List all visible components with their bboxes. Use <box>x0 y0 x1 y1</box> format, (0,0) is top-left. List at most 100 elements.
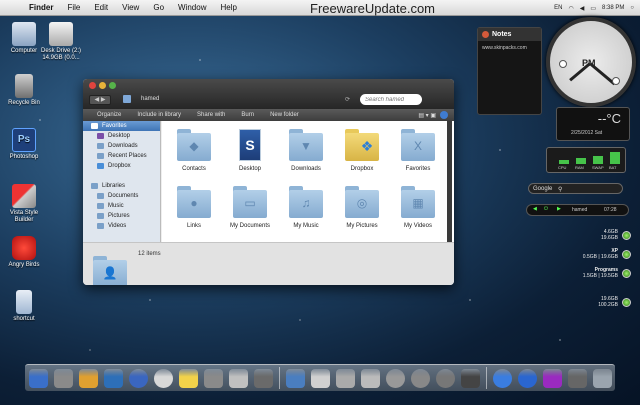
dock-app-icon[interactable] <box>460 368 480 388</box>
spotlight-icon[interactable]: ○ <box>630 5 634 11</box>
sidebar-item-recent-places[interactable]: Recent Places <box>83 151 160 161</box>
sidebar-item-pictures[interactable]: Pictures <box>83 211 160 221</box>
toolbar-include-library-button[interactable]: Include in library <box>129 112 189 118</box>
dock-app-icon[interactable] <box>103 368 123 388</box>
drive-open-icon[interactable] <box>622 231 631 240</box>
dock-app-icon[interactable] <box>228 368 248 388</box>
language-indicator[interactable]: EN <box>554 5 562 11</box>
dock-app-icon[interactable] <box>153 368 173 388</box>
shortcut-icon <box>16 290 32 314</box>
window-titlebar[interactable]: ◀ ▶ hamed ⟳ <box>83 79 454 109</box>
player-play-icon[interactable]: ⏻ <box>544 206 548 212</box>
file-item-downloads[interactable]: ▼ Downloads <box>278 127 334 184</box>
desktop-icon-photoshop[interactable]: Ps Photoshop <box>0 128 48 161</box>
file-item-desktop[interactable]: S Desktop <box>222 127 278 184</box>
sidebar-item-label: Favorites <box>102 123 127 129</box>
menu-view[interactable]: View <box>115 3 146 12</box>
google-search-widget[interactable]: Google ⚲ <box>528 183 623 194</box>
desktop-icon-angry-birds[interactable]: Angry Birds <box>0 236 48 269</box>
close-button[interactable] <box>89 82 96 89</box>
file-item-my-documents[interactable]: ▭ My Documents <box>222 184 278 241</box>
wifi-icon[interactable]: ◠ <box>568 5 573 12</box>
dock-app-icon[interactable] <box>385 368 405 388</box>
notes-widget[interactable]: Notes www.skinpacks.com <box>477 27 542 115</box>
zoom-button[interactable] <box>109 82 116 89</box>
vertical-scrollbar[interactable] <box>447 121 452 242</box>
menu-finder[interactable]: Finder <box>22 3 60 12</box>
meter-bar-ram <box>576 158 586 164</box>
file-item-label: Dropbox <box>350 166 374 172</box>
player-next-icon[interactable]: ▶ <box>557 206 561 212</box>
dock-app-icon[interactable] <box>592 368 612 388</box>
dock-app-icon[interactable] <box>203 368 223 388</box>
menu-help[interactable]: Help <box>213 3 243 12</box>
dock-app-icon[interactable] <box>128 368 148 388</box>
drive-open-icon[interactable] <box>622 298 631 307</box>
dock-app-icon[interactable] <box>28 368 48 388</box>
file-item-label: Downloads <box>291 166 321 172</box>
sidebar-item-favorites[interactable]: Favorites <box>83 121 160 131</box>
file-item-label: My Music <box>293 223 319 229</box>
dock-app-icon[interactable] <box>360 368 380 388</box>
folder-icon: ♫ <box>289 186 323 218</box>
toolbar-new-folder-button[interactable]: New folder <box>262 112 307 118</box>
toolbar-share-button[interactable]: Share with <box>189 112 233 118</box>
dock-app-icon[interactable] <box>253 368 273 388</box>
menu-file[interactable]: File <box>60 3 87 12</box>
dock-app-icon[interactable] <box>78 368 98 388</box>
sidebar-item-documents[interactable]: Documents <box>83 191 160 201</box>
dock-app-icon[interactable] <box>567 368 587 388</box>
drive-open-icon[interactable] <box>622 269 631 278</box>
menu-window[interactable]: Window <box>171 3 213 12</box>
sidebar-item-dropbox[interactable]: Dropbox <box>83 161 160 171</box>
dock-app-icon[interactable] <box>178 368 198 388</box>
sidebar-item-videos[interactable]: Videos <box>83 221 160 231</box>
file-item-links[interactable]: ● Links <box>166 184 222 241</box>
toolbar-organize-button[interactable]: Organize <box>89 112 129 118</box>
file-item-contacts[interactable]: ◆ Contacts <box>166 127 222 184</box>
search-input[interactable] <box>360 94 422 105</box>
drive-open-icon[interactable] <box>622 250 631 259</box>
dock-app-icon[interactable] <box>492 368 512 388</box>
back-forward-buttons[interactable]: ◀ ▶ <box>89 95 111 105</box>
file-item-dropbox[interactable]: ❖ Dropbox <box>334 127 390 184</box>
file-grid: ◆ Contacts S Desktop ▼ Downloads ❖ Dropbox X Favo… <box>162 121 454 242</box>
dock-app-icon[interactable] <box>435 368 455 388</box>
dock-app-icon[interactable] <box>310 368 330 388</box>
player-prev-icon[interactable]: ◀ <box>533 206 537 212</box>
notes-body[interactable]: www.skinpacks.com <box>478 41 541 55</box>
dock-app-icon[interactable] <box>285 368 305 388</box>
dock-app-icon[interactable] <box>53 368 73 388</box>
dock-app-icon[interactable] <box>410 368 430 388</box>
file-item-my-music[interactable]: ♫ My Music <box>278 184 334 241</box>
volume-icon[interactable]: ◀ <box>580 5 585 12</box>
file-item-my-videos[interactable]: ▦ My Videos <box>390 184 446 241</box>
file-item-label: My Documents <box>229 223 270 229</box>
search-icon[interactable]: ⚲ <box>558 186 562 193</box>
menu-go[interactable]: Go <box>146 3 171 12</box>
desktop-icon-recycle-bin[interactable]: Recycle Bin <box>0 74 48 107</box>
file-item-my-pictures[interactable]: ◎ My Pictures <box>334 184 390 241</box>
sidebar-item-libraries[interactable]: Libraries <box>83 181 160 191</box>
folder-icon <box>97 133 104 139</box>
dock-app-icon[interactable] <box>335 368 355 388</box>
sidebar-item-desktop[interactable]: Desktop <box>83 131 160 141</box>
file-item-favorites[interactable]: X Favorites <box>390 127 446 184</box>
menu-edit[interactable]: Edit <box>87 3 115 12</box>
minimize-button[interactable] <box>99 82 106 89</box>
view-options-icon[interactable]: ▤ ▾ ▣ <box>410 112 440 119</box>
desktop-icon-shortcut[interactable]: shortcut <box>0 290 48 323</box>
menu-clock[interactable]: 8:38 PM <box>602 5 624 11</box>
sidebar-item-music[interactable]: Music <box>83 201 160 211</box>
sidebar-item-downloads[interactable]: Downloads <box>83 141 160 151</box>
battery-icon[interactable]: ▭ <box>590 5 596 12</box>
help-icon[interactable] <box>440 111 448 119</box>
desktop-icon-drive[interactable]: Desk Drive (2:) 14.9GB (0.0... <box>38 22 84 62</box>
desktop-icon-vista-style-builder[interactable]: Vista Style Builder <box>0 184 48 224</box>
refresh-icon[interactable]: ⟳ <box>345 96 350 103</box>
dock-app-icon[interactable] <box>517 368 537 388</box>
weather-widget[interactable]: --°C 2/25/2012 Sat <box>556 107 630 141</box>
toolbar-burn-button[interactable]: Burn <box>233 112 262 118</box>
folder-icon <box>97 163 104 169</box>
dock-app-icon[interactable] <box>542 368 562 388</box>
